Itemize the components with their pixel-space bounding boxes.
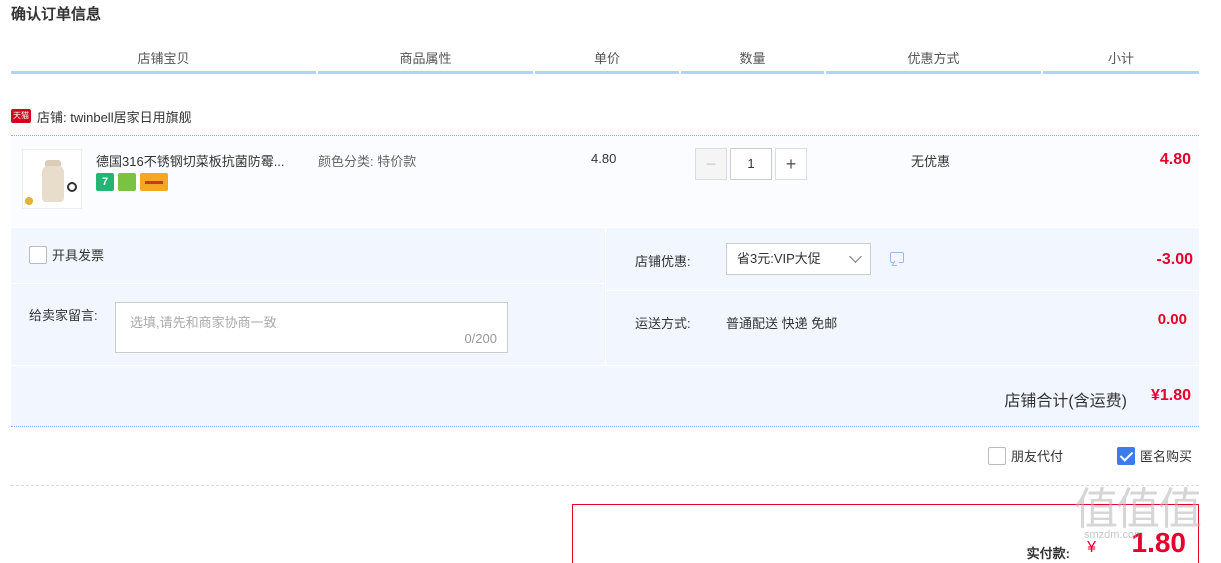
anonymous-purchase-option[interactable]: 匿名购买 (1117, 446, 1192, 465)
item-subtotal: 4.80 (1159, 151, 1191, 168)
shop-total-label: 店铺合计(含运费) (1004, 393, 1127, 410)
shop-promo-label: 店铺优惠: (635, 254, 691, 269)
column-header-quantity: 数量 (681, 50, 824, 74)
service-icons: 7 (96, 173, 168, 191)
shop-promo-selected: 省3元:VIP大促 (737, 251, 821, 266)
shop-total-amount: ¥1.80 (1150, 387, 1191, 404)
invoice-checkbox[interactable] (29, 245, 47, 264)
card-icon[interactable] (140, 173, 168, 191)
memo-placeholder: 选填,请先和商家协商一致 (130, 315, 277, 330)
order-options-left: 开具发票 给卖家留言: 选填,请先和商家协商一致 0/200 (11, 228, 604, 365)
invoice-label: 开具发票 (52, 248, 105, 263)
friend-pay-checkbox[interactable] (988, 446, 1006, 465)
watermark-text: 值值值 (1074, 484, 1202, 535)
chevron-down-icon (849, 250, 862, 263)
site-watermark: 值值值 smzdm.com (1074, 485, 1216, 545)
memo-label: 给卖家留言: (29, 308, 98, 323)
quantity-minus-button[interactable]: − (695, 148, 727, 180)
shop-row: 天猫 店铺: twinbell居家日用旗舰 (11, 106, 192, 126)
order-options: 开具发票 给卖家留言: 选填,请先和商家协商一致 0/200 店铺优惠: 省3元… (11, 228, 1200, 365)
quantity-plus-button[interactable]: + (775, 148, 807, 180)
seven-day-return-icon[interactable]: 7 (96, 173, 114, 191)
column-header-shop-item: 店铺宝贝 (11, 50, 316, 74)
shop-total-row: 店铺合计(含运费) ¥1.80 (11, 366, 1199, 427)
order-item-row: 德国316不锈钢切菜板抗菌防霉... 7 颜色分类: 特价款 4.80 − 1 … (11, 135, 1199, 227)
divider (11, 485, 1199, 486)
shipping-method: 普通配送 快递 免邮 (726, 316, 838, 331)
order-options-right: 店铺优惠: 省3元:VIP大促 -3.00 运送方式: 普通配送 快递 免邮 0… (605, 228, 1200, 365)
invoice-option[interactable]: 开具发票 (29, 245, 104, 264)
shop-promo-select[interactable]: 省3元:VIP大促 (726, 243, 871, 275)
shop-promo-amount: -3.00 (1156, 251, 1193, 268)
anonymous-purchase-label: 匿名购买 (1140, 449, 1193, 464)
memo-char-counter: 0/200 (464, 331, 497, 346)
shipping-amount: 0.00 (1157, 311, 1187, 328)
tmall-icon: 天猫 (11, 109, 31, 123)
column-header-unit-price: 单价 (535, 50, 679, 74)
friend-pay-label: 朋友代付 (1011, 449, 1064, 464)
column-header: 店铺宝贝 商品属性 单价 数量 优惠方式 小计 (11, 50, 1199, 74)
page-title: 确认订单信息 (11, 6, 102, 23)
quantity-stepper: − 1 + (695, 148, 807, 180)
product-attribute: 颜色分类: 特价款 (318, 154, 417, 169)
divider (11, 283, 604, 284)
divider (606, 290, 1200, 291)
column-header-subtotal: 小计 (1043, 50, 1199, 74)
column-header-attributes: 商品属性 (318, 50, 533, 74)
chat-icon[interactable] (890, 252, 904, 263)
shield-icon[interactable] (118, 173, 136, 191)
watermark-subtext: smzdm.com (1084, 529, 1144, 541)
unit-price: 4.80 (591, 151, 617, 166)
thumbnail-bottle-shape (42, 166, 64, 202)
product-thumbnail[interactable] (22, 149, 82, 209)
payment-label: 实付款: (1026, 546, 1070, 561)
thumbnail-dot-shape (25, 197, 33, 205)
memo-textarea[interactable]: 选填,请先和商家协商一致 0/200 (115, 302, 508, 353)
quantity-input[interactable]: 1 (730, 148, 772, 180)
shipping-label: 运送方式: (635, 316, 691, 331)
column-header-discount: 优惠方式 (826, 50, 1041, 74)
shop-name-link[interactable]: 店铺: twinbell居家日用旗舰 (37, 107, 192, 126)
thumbnail-ring-shape (67, 182, 77, 192)
item-promotion: 无优惠 (911, 154, 951, 169)
product-title-link[interactable]: 德国316不锈钢切菜板抗菌防霉... (96, 151, 311, 170)
friend-pay-option[interactable]: 朋友代付 (988, 446, 1063, 465)
anonymous-purchase-checkbox[interactable] (1117, 446, 1135, 465)
